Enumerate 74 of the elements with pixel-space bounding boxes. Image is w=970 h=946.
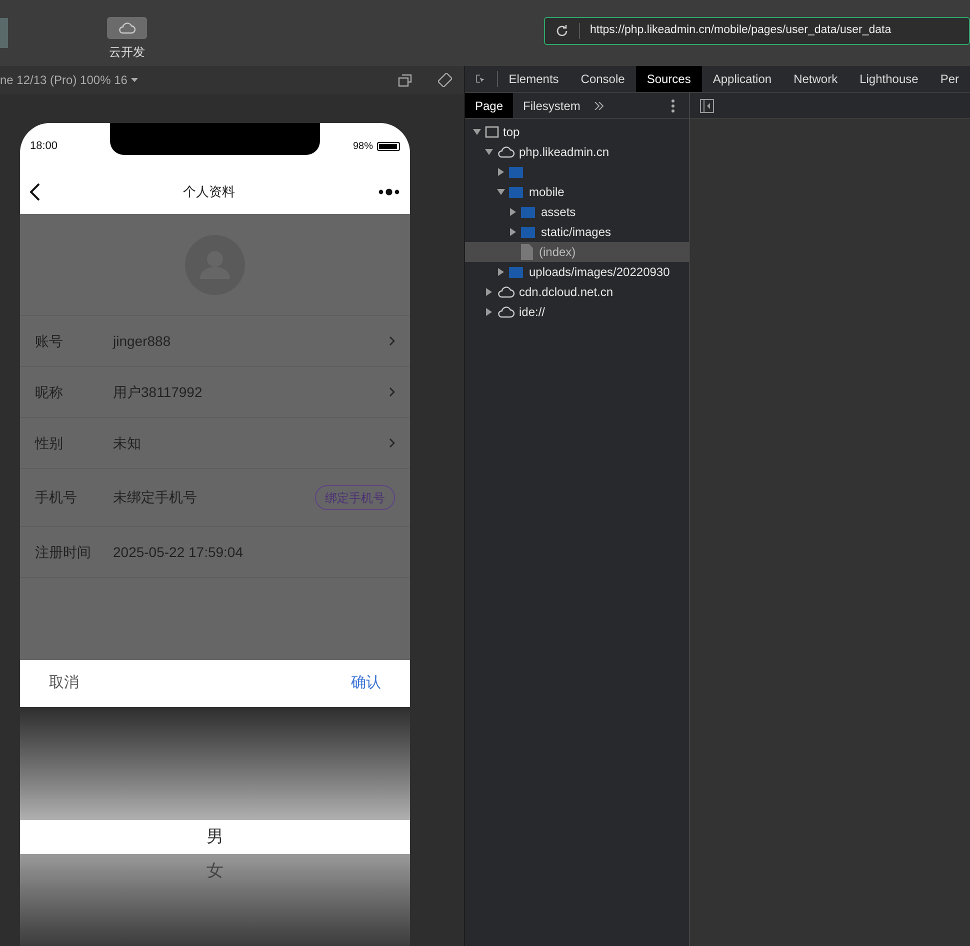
collapsed-arrow-icon[interactable]: [497, 268, 505, 276]
folder-icon: [509, 186, 523, 198]
confirm-button[interactable]: 确认: [351, 672, 381, 695]
chevron-right-icon[interactable]: [389, 438, 395, 448]
photo-placeholder: [0, 18, 8, 48]
field-label: 注册时间: [35, 542, 92, 562]
tree-item[interactable]: ide://: [519, 303, 546, 321]
navigator-tab[interactable]: Page: [465, 93, 514, 118]
cancel-button[interactable]: 取消: [49, 672, 79, 695]
folder-icon: [521, 226, 535, 238]
navigator-tab[interactable]: Filesystem: [513, 93, 590, 118]
devtools-tab[interactable]: Lighthouse: [848, 66, 930, 92]
expanded-arrow-icon[interactable]: [485, 148, 493, 156]
kebab-menu-icon[interactable]: [671, 98, 675, 112]
tree-item[interactable]: static/images: [541, 223, 612, 241]
field-value: 2025-05-22 17:59:04: [113, 542, 244, 562]
tree-item[interactable]: (index): [539, 243, 576, 261]
devtools-tab[interactable]: Per: [929, 66, 970, 92]
battery-percent: 98%: [352, 140, 373, 154]
tree-item[interactable]: cdn.dcloud.net.cn: [519, 283, 614, 301]
collapsed-arrow-icon[interactable]: [509, 228, 517, 236]
field-value: 未知: [113, 434, 142, 452]
collapsed-arrow-icon[interactable]: [497, 168, 505, 176]
picker-option[interactable]: 男: [20, 820, 410, 854]
tree-item[interactable]: top: [503, 123, 520, 141]
chevron-right-icon[interactable]: [389, 336, 395, 346]
field-value: 用户38117992: [113, 382, 204, 402]
collapsed-arrow-icon[interactable]: [485, 308, 493, 316]
url-field[interactable]: https://php.likeadmin.cn/mobile/pages/user_data/user_data: [544, 17, 970, 45]
reload-icon[interactable]: [555, 24, 569, 38]
collapsed-arrow-icon[interactable]: [509, 208, 517, 216]
tree-item[interactable]: php.likeadmin.cn: [519, 143, 610, 161]
back-icon[interactable]: [30, 183, 40, 201]
frame-icon: [485, 126, 499, 138]
status-time: 18:00: [30, 139, 58, 154]
collapsed-arrow-icon[interactable]: [485, 288, 493, 296]
tree-item[interactable]: uploads/images/20220930: [529, 263, 670, 281]
caret-icon[interactable]: [131, 78, 138, 82]
devtools-tab[interactable]: Network: [782, 66, 849, 92]
cloud-button-label: 云开发: [109, 44, 145, 61]
expanded-arrow-icon[interactable]: [497, 188, 505, 196]
devtools-tab[interactable]: Application: [702, 66, 783, 92]
cloud-icon: [118, 22, 136, 34]
field-label: 昵称: [35, 382, 64, 402]
cloud-icon: [497, 286, 515, 298]
folder-icon: [509, 166, 523, 178]
tree-item[interactable]: mobile: [529, 183, 564, 201]
more-tabs-icon[interactable]: [594, 102, 604, 110]
chevron-right-icon[interactable]: [389, 387, 395, 397]
device-selector[interactable]: ne 12/13 (Pro) 100% 16: [0, 71, 128, 89]
url-text: https://php.likeadmin.cn/mobile/pages/user_data/user_data: [590, 23, 892, 38]
devtools-tab[interactable]: Console: [570, 66, 636, 92]
devtools-tab[interactable]: Sources: [636, 66, 702, 92]
picker-wheel[interactable]: 男 女: [20, 707, 410, 946]
tree-item[interactable]: assets: [541, 203, 576, 221]
folder-icon: [509, 266, 523, 278]
window-icon[interactable]: [398, 74, 412, 86]
battery-icon: [377, 142, 400, 151]
cloud-icon: [497, 306, 515, 318]
more-icon[interactable]: [378, 188, 400, 196]
field-label: 手机号: [35, 488, 78, 507]
cloud-button[interactable]: [107, 17, 147, 39]
devtools-tab[interactable]: Elements: [498, 66, 570, 92]
field-label: 账号: [35, 332, 64, 350]
sidebar-toggle-icon[interactable]: [700, 98, 714, 112]
page-title: 个人资料: [182, 183, 236, 202]
field-value: jinger888: [113, 332, 172, 351]
folder-icon: [521, 206, 535, 218]
field-value: 未绑定手机号: [113, 488, 198, 507]
file-icon: [521, 244, 533, 260]
expanded-arrow-icon[interactable]: [473, 128, 481, 136]
rotate-icon[interactable]: [438, 73, 452, 87]
cloud-icon: [497, 146, 515, 158]
field-label: 性别: [35, 434, 64, 452]
